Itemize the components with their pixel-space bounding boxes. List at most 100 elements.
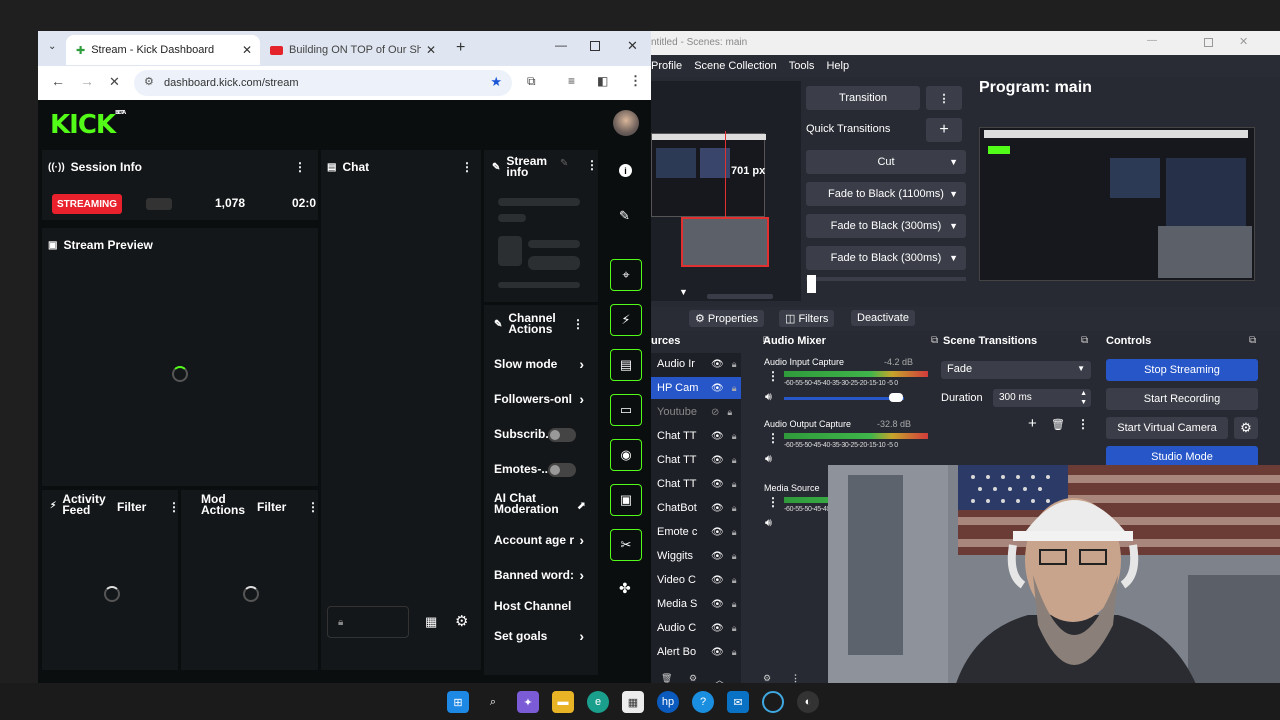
- preview-canvas[interactable]: 701 px ▼: [651, 81, 801, 301]
- eye-icon[interactable]: 👁︎: [711, 431, 724, 442]
- site-info-icon[interactable]: ⚙: [144, 75, 154, 88]
- back-icon[interactable]: ←: [51, 73, 65, 89]
- lock-icon[interactable]: 🔒︎: [732, 479, 737, 490]
- chrome-menu-icon[interactable]: ⋮: [629, 73, 642, 89]
- source-row[interactable]: Wiggits 👁︎ 🔒︎: [651, 545, 741, 567]
- url-input[interactable]: ⚙ dashboard.kick.com/stream ★: [134, 70, 512, 96]
- lock-icon[interactable]: 🔒︎: [732, 359, 737, 370]
- source-row[interactable]: Media S 👁︎ 🔒︎: [651, 593, 741, 615]
- source-row[interactable]: ChatBot 👁︎ 🔒︎: [651, 497, 741, 519]
- lock-icon[interactable]: 🔒︎: [732, 575, 737, 586]
- activity-filter-button[interactable]: Filter: [117, 500, 146, 514]
- virtual-camera-settings-icon[interactable]: ⚙: [1234, 417, 1258, 439]
- duration-spinbox[interactable]: 300 ms ▲ ▼: [993, 389, 1091, 407]
- search-icon[interactable]: ⌕: [482, 691, 504, 713]
- transition-properties-icon[interactable]: ⋮: [1077, 417, 1089, 431]
- emotes-toggle[interactable]: [548, 463, 576, 477]
- banned-words-item[interactable]: Banned word: ›: [484, 567, 598, 590]
- properties-button[interactable]: ⚙ Properties: [689, 310, 765, 327]
- stop-loading-icon[interactable]: ✕: [109, 74, 120, 90]
- lock-icon[interactable]: 🔒︎: [727, 407, 732, 418]
- emotes-only-item[interactable]: Emotes-...: [484, 462, 598, 484]
- lock-icon[interactable]: 🔒︎: [732, 383, 737, 394]
- source-row[interactable]: Chat TT 👁︎ 🔒︎: [651, 425, 741, 447]
- kick-logo[interactable]: KICKBETA: [50, 110, 126, 140]
- mixer-menu-icon[interactable]: ⋮: [767, 369, 779, 383]
- tab-youtube[interactable]: Building ON TOP of Our Shipp ✕: [260, 35, 444, 65]
- hp-icon[interactable]: hp: [657, 691, 679, 713]
- speaker-icon[interactable]: 🔊︎: [765, 517, 772, 530]
- extensions-icon[interactable]: ⧉: [527, 74, 536, 89]
- speaker-icon[interactable]: 🔊︎: [765, 453, 772, 466]
- close-window-icon[interactable]: ✕: [1239, 35, 1248, 48]
- chrome-taskbar-icon[interactable]: [762, 691, 784, 713]
- activity-menu-icon[interactable]: ⋮: [168, 500, 180, 514]
- lock-icon[interactable]: 🔒︎: [732, 551, 737, 562]
- file-explorer-icon[interactable]: ▬: [552, 691, 574, 713]
- eye-icon[interactable]: 👁︎: [711, 455, 724, 466]
- tools-icon[interactable]: ✂: [610, 529, 642, 561]
- chat-menu-icon[interactable]: ⋮: [461, 160, 473, 174]
- new-tab-button[interactable]: +: [456, 39, 465, 57]
- minimize-icon[interactable]: —: [1147, 35, 1157, 46]
- store-icon[interactable]: ▦: [425, 614, 437, 630]
- notes-icon[interactable]: ▤: [610, 349, 642, 381]
- start-virtual-camera-button[interactable]: Start Virtual Camera: [1106, 417, 1228, 439]
- chat-toggle-icon[interactable]: ▭: [610, 394, 642, 426]
- start-recording-button[interactable]: Start Recording: [1106, 388, 1258, 410]
- lock-icon[interactable]: 🔒︎: [732, 647, 737, 658]
- deactivate-button[interactable]: Deactivate: [851, 310, 915, 326]
- session-info-menu-icon[interactable]: ⋮: [294, 160, 306, 174]
- media-controls-icon[interactable]: ≡: [568, 74, 575, 88]
- chat-input[interactable]: 🔒︎: [327, 606, 409, 638]
- channel-actions-menu-icon[interactable]: ⋮: [572, 317, 584, 331]
- spin-arrows-icon[interactable]: ▲ ▼: [1080, 389, 1087, 407]
- subscribers-only-item[interactable]: Subscrib...: [484, 427, 598, 449]
- tab-search-icon[interactable]: ⌄: [48, 41, 56, 52]
- source-row[interactable]: Chat TT 👁︎ 🔒︎: [651, 449, 741, 471]
- eye-icon[interactable]: 👁︎: [711, 599, 724, 610]
- stream-preview-toggle-icon[interactable]: ⌖: [610, 259, 642, 291]
- eye-icon[interactable]: 👁︎: [711, 575, 724, 586]
- outlook-icon[interactable]: ✉: [727, 691, 749, 713]
- obs-taskbar-icon[interactable]: ◐: [797, 691, 819, 713]
- windows-start-icon[interactable]: ⊞: [447, 691, 469, 713]
- support-icon[interactable]: ?: [692, 691, 714, 713]
- lock-icon[interactable]: 🔒︎: [732, 455, 737, 466]
- source-row[interactable]: Alert Bo 👁︎ 🔒︎: [651, 641, 741, 663]
- undock-icon[interactable]: ⧉: [1249, 335, 1256, 346]
- undock-icon[interactable]: ⧉: [931, 335, 938, 346]
- transition-button[interactable]: Transition: [806, 86, 920, 110]
- mod-filter-button[interactable]: Filter: [257, 500, 286, 514]
- source-row-selected[interactable]: HP Cam 👁︎ 🔒︎: [651, 377, 741, 399]
- avatar[interactable]: [613, 110, 639, 136]
- subscribers-toggle[interactable]: [548, 428, 576, 442]
- menu-scene-collection[interactable]: Scene Collection: [694, 60, 777, 72]
- set-goals-item[interactable]: Set goals ›: [484, 628, 598, 651]
- eye-icon[interactable]: 👁︎: [711, 647, 724, 658]
- lock-icon[interactable]: 🔒︎: [732, 599, 737, 610]
- lock-icon[interactable]: 🔒︎: [732, 503, 737, 514]
- menu-profile[interactable]: Profile: [651, 60, 682, 72]
- speaker-icon[interactable]: 🔊︎: [765, 391, 772, 404]
- source-row[interactable]: Audio Ir 👁︎ 🔒︎: [651, 353, 741, 375]
- slow-mode-item[interactable]: Slow mode ›: [484, 356, 598, 379]
- quick-transition-300b[interactable]: Fade to Black (300ms) ▼: [806, 246, 966, 270]
- source-row[interactable]: Audio C 👁︎ 🔒︎: [651, 617, 741, 639]
- volume-slider[interactable]: [784, 397, 904, 400]
- source-row[interactable]: Youtube ⊘ 🔒︎: [651, 401, 741, 423]
- t-bar-handle[interactable]: [807, 275, 816, 293]
- followers-only-item[interactable]: Followers-onl ›: [484, 391, 598, 414]
- edit-stream-info-icon[interactable]: ✎: [560, 158, 568, 169]
- scroll-down-icon[interactable]: ▼: [679, 287, 688, 297]
- menu-help[interactable]: Help: [826, 60, 849, 72]
- maximize-icon[interactable]: [1204, 38, 1213, 47]
- eye-hidden-icon[interactable]: ⊘: [711, 407, 719, 418]
- apps-icon[interactable]: ✤: [619, 580, 631, 597]
- filters-button[interactable]: ◫ Filters: [779, 310, 835, 327]
- side-panel-icon[interactable]: ◧: [597, 74, 608, 88]
- chat-settings-icon[interactable]: ⚙: [455, 612, 468, 630]
- source-row[interactable]: Video C 👁︎ 🔒︎: [651, 569, 741, 591]
- preview-scrollbar[interactable]: [707, 294, 773, 299]
- lock-icon[interactable]: 🔒︎: [732, 431, 737, 442]
